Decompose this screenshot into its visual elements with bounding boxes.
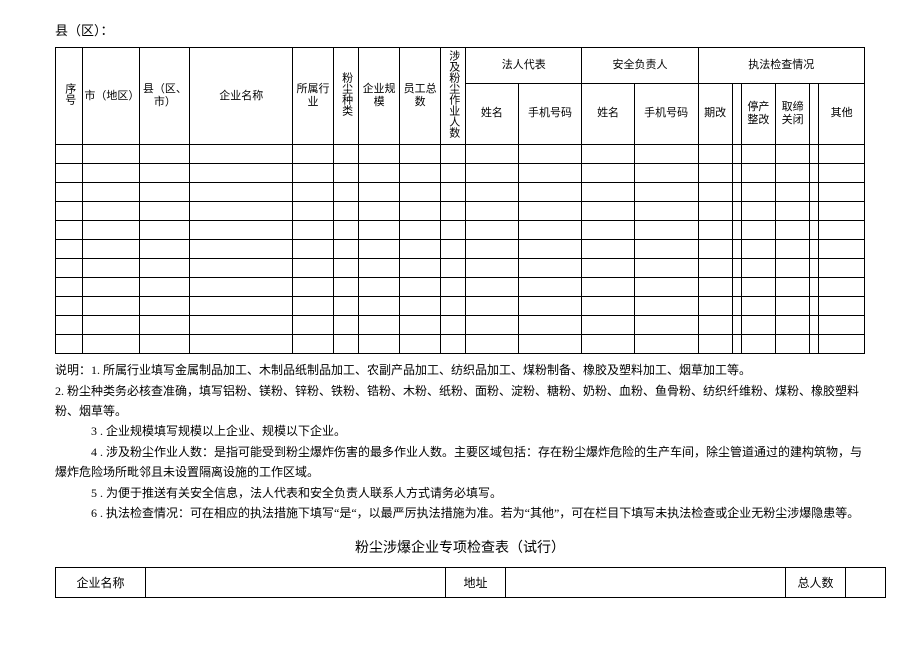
header-company: 企业名称: [190, 48, 293, 145]
header-dust-workers: 涉及粉尘作业人数: [441, 48, 466, 145]
table-row: [56, 145, 865, 164]
header-phone-1: 手机号码: [518, 83, 582, 145]
bottom-cell-address: [506, 568, 786, 598]
header-legal-rep: 法人代表: [466, 48, 582, 84]
header-suspend: 停产整改: [741, 83, 775, 145]
header-phone-2: 手机号码: [634, 83, 698, 145]
table-row: [56, 202, 865, 221]
header-city: 市（地区）: [83, 48, 140, 145]
table-row: [56, 240, 865, 259]
header-inspection: 执法检查情况: [698, 48, 864, 84]
table-row: [56, 183, 865, 202]
table-row: [56, 316, 865, 335]
bottom-header-company: 企业名称: [56, 568, 146, 598]
bottom-cell-company: [146, 568, 446, 598]
table-body: [56, 145, 865, 354]
header-seq: 序号: [56, 48, 83, 145]
bottom-header-address: 地址: [446, 568, 506, 598]
note-4: 4 . 涉及粉尘作业人数：是指可能受到粉尘爆炸伤害的最多作业人数。主要区域包括：…: [55, 442, 865, 483]
bottom-header-total: 总人数: [786, 568, 846, 598]
note-6: 6 . 执法检查情况：可在相应的执法措施下填写“是“，以最严厉执法措施为准。若为…: [55, 503, 865, 523]
district-label: 县（区）：: [55, 20, 865, 39]
header-ban: 取缔关闭: [776, 83, 810, 145]
bottom-inspection-table: 企业名称 地址 总人数: [55, 567, 886, 598]
table-row: [56, 259, 865, 278]
header-safety-officer: 安全负责人: [582, 48, 698, 84]
table-row: [56, 335, 865, 354]
header-name-2: 姓名: [582, 83, 634, 145]
table-row: [56, 297, 865, 316]
bottom-cell-total: [846, 568, 886, 598]
header-employees: 员工总数: [400, 48, 441, 145]
note-2: 2. 粉尘种类务必核查准确，填写铝粉、镁粉、锌粉、铁粉、锆粉、木粉、纸粉、面粉、…: [55, 381, 865, 422]
table-row: [56, 278, 865, 297]
header-gap-1: [732, 83, 741, 145]
table-row: [56, 221, 865, 240]
header-dust-type: 粉尘种类: [334, 48, 359, 145]
note-3: 3 . 企业规模填写规模以上企业、规模以下企业。: [55, 421, 865, 441]
notes-section: 说明：1. 所属行业填写金属制品加工、木制品纸制品加工、农副产品加工、纺织品加工…: [55, 360, 865, 523]
note-5: 5 . 为便于推送有关安全信息，法人代表和安全负责人联系人方式请务必填写。: [55, 483, 865, 503]
note-1: 说明：1. 所属行业填写金属制品加工、木制品纸制品加工、农副产品加工、纺织品加工…: [55, 360, 865, 380]
header-county: 县（区、市）: [140, 48, 190, 145]
header-gap-2: [810, 83, 819, 145]
bottom-table-title: 粉尘涉爆企业专项检查表（试行）: [55, 537, 865, 557]
table-row: [56, 164, 865, 183]
header-name-1: 姓名: [466, 83, 518, 145]
header-industry: 所属行业: [292, 48, 333, 145]
header-scale: 企业规模: [359, 48, 400, 145]
header-deadline: 期改: [698, 83, 732, 145]
header-other: 其他: [819, 83, 865, 145]
main-inspection-table: 序号 市（地区） 县（区、市） 企业名称 所属行业 粉尘种类 企业规模 员工总数…: [55, 47, 865, 354]
